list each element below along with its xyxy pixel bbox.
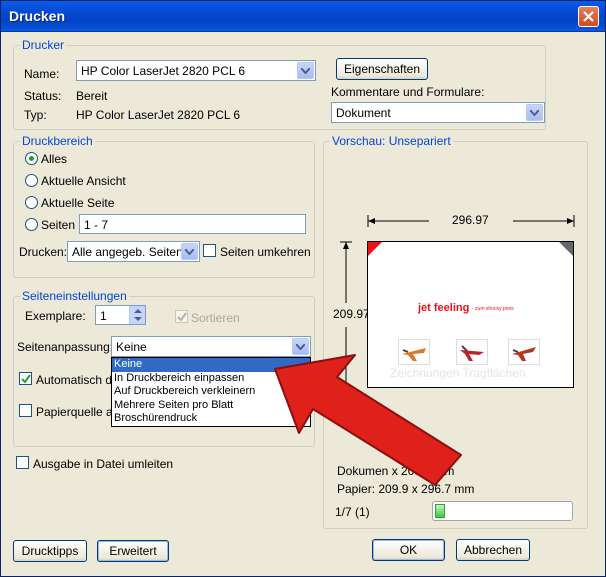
title-bar[interactable]: Drucken xyxy=(1,1,605,32)
preview-doc-subtitle: - zum shocky preis xyxy=(472,306,514,312)
close-icon xyxy=(583,11,594,22)
pages-input-value: 1 - 7 xyxy=(84,218,109,232)
radio-current-page[interactable] xyxy=(25,196,38,209)
print-tips-button[interactable]: Drucktipps xyxy=(13,540,87,562)
scaling-value: Keine xyxy=(116,340,147,354)
collate-checkbox[interactable] xyxy=(175,310,188,323)
page-slider-fill xyxy=(435,504,445,518)
preview-height: 209.97 xyxy=(333,307,370,321)
radio-pages-label[interactable]: Seiten xyxy=(41,218,75,232)
airplane-thumb-3 xyxy=(508,339,540,365)
preview-legend: Vorschau: Unsepariert xyxy=(330,134,453,148)
checkmark-icon xyxy=(21,374,31,384)
cancel-label: Abbrechen xyxy=(463,543,523,557)
copies-label: Exemplare: xyxy=(25,309,86,323)
chevron-down-icon[interactable] xyxy=(526,104,543,121)
advanced-button[interactable]: Erweitert xyxy=(97,540,169,562)
printer-name-select[interactable]: HP Color LaserJet 2820 PCL 6 xyxy=(76,60,316,81)
paper-source-label[interactable]: Papierquelle ar xyxy=(36,405,117,419)
comments-select[interactable]: Dokument xyxy=(331,102,545,123)
print-to-file-label[interactable]: Ausgabe in Datei umleiten xyxy=(33,457,173,471)
print-tips-label: Drucktipps xyxy=(21,544,79,558)
print-subset-select[interactable]: Alle angegeb. Seiten xyxy=(67,241,200,262)
radio-all-label[interactable]: Alles xyxy=(41,152,67,166)
type-label: Typ: xyxy=(24,108,47,122)
print-subset-value: Alle angegeb. Seiten xyxy=(72,245,183,259)
page-slider[interactable] xyxy=(432,501,573,521)
ok-label: OK xyxy=(399,543,418,557)
close-button[interactable] xyxy=(578,6,599,27)
cancel-button[interactable]: Abbrechen xyxy=(456,539,530,561)
printer-name-value: HP Color LaserJet 2820 PCL 6 xyxy=(81,64,246,78)
printer-legend: Drucker xyxy=(20,38,67,52)
radio-current-page-label[interactable]: Aktuelle Seite xyxy=(41,196,114,210)
scaling-label: Seitenanpassung: xyxy=(17,340,114,354)
spinner-arrows-icon xyxy=(134,309,142,321)
print-subset-label: Drucken: xyxy=(19,245,68,259)
copies-input[interactable]: 1 xyxy=(95,305,146,325)
print-dialog: Drucken Drucker Name: HP Color LaserJet … xyxy=(0,0,606,577)
window-title: Drucken xyxy=(9,8,66,24)
paper-source-checkbox[interactable] xyxy=(19,404,32,417)
chevron-down-icon[interactable] xyxy=(297,62,314,79)
type-value: HP Color LaserJet 2820 PCL 6 xyxy=(76,108,241,122)
comments-label: Kommentare und Formulare: xyxy=(331,85,485,99)
status-value: Bereit xyxy=(76,89,108,103)
auto-rotate-checkbox[interactable] xyxy=(19,372,32,385)
comments-value: Dokument xyxy=(336,106,391,120)
annotation-arrow xyxy=(274,354,462,486)
print-range-legend: Druckbereich xyxy=(20,134,95,148)
properties-button[interactable]: Eigenschaften xyxy=(336,58,428,80)
advanced-label: Erweitert xyxy=(109,544,157,558)
status-label: Status: xyxy=(24,89,62,103)
airplane-icon xyxy=(512,347,536,361)
page-counter: 1/7 (1) xyxy=(335,505,370,519)
reverse-pages-label[interactable]: Seiten umkehren xyxy=(220,245,311,259)
print-to-file-checkbox[interactable] xyxy=(16,456,29,469)
auto-rotate-label[interactable]: Automatisch dr xyxy=(36,373,116,387)
checkmark-icon xyxy=(177,312,187,322)
copies-spinner[interactable] xyxy=(129,306,145,324)
properties-button-label: Eigenschaften xyxy=(343,62,421,76)
copies-value: 1 xyxy=(100,309,107,323)
radio-all[interactable] xyxy=(25,152,38,165)
page-settings-legend: Seiteneinstellungen xyxy=(20,289,129,303)
radio-current-view-label[interactable]: Aktuelle Ansicht xyxy=(41,174,126,188)
ok-button[interactable]: OK xyxy=(372,539,445,561)
preview-width: 296.97 xyxy=(452,213,489,227)
collate-label[interactable]: Sortieren xyxy=(191,311,240,325)
reverse-pages-checkbox[interactable] xyxy=(203,244,216,257)
preview-doc-title: jet feeling xyxy=(418,302,470,314)
radio-pages[interactable] xyxy=(25,218,38,231)
printer-name-label: Name: xyxy=(24,67,60,81)
chevron-down-icon[interactable] xyxy=(181,243,198,260)
radio-current-view[interactable] xyxy=(25,174,38,187)
pages-input[interactable]: 1 - 7 xyxy=(79,214,306,234)
